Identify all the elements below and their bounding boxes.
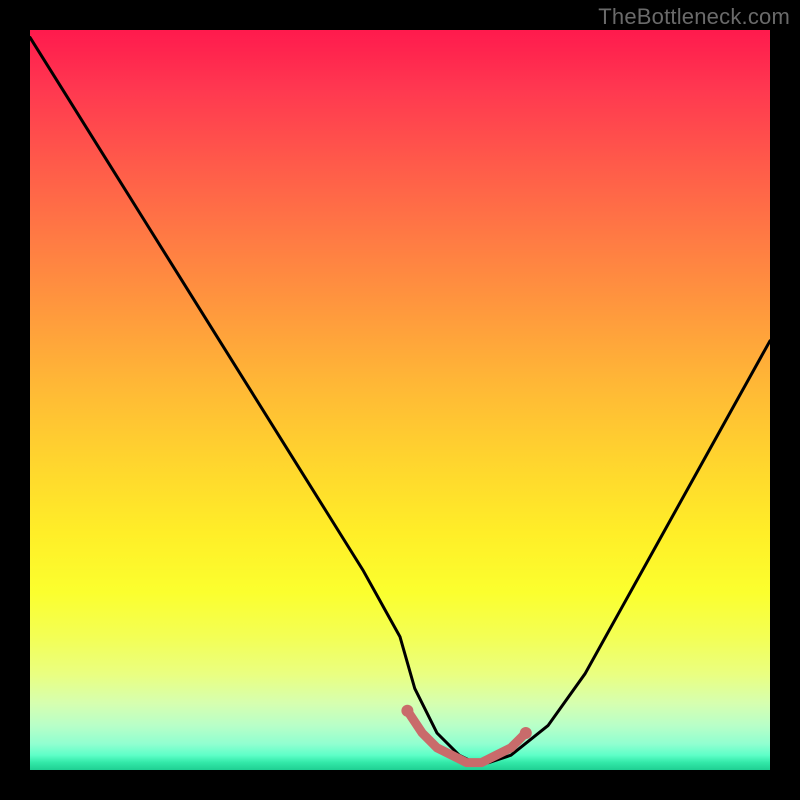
plot-area [30,30,770,770]
highlight-endpoint [401,705,413,717]
highlight-endpoint [520,727,532,739]
chart-frame: TheBottleneck.com [0,0,800,800]
bottleneck-curve [30,37,770,762]
watermark-text: TheBottleneck.com [598,4,790,30]
chart-svg [30,30,770,770]
